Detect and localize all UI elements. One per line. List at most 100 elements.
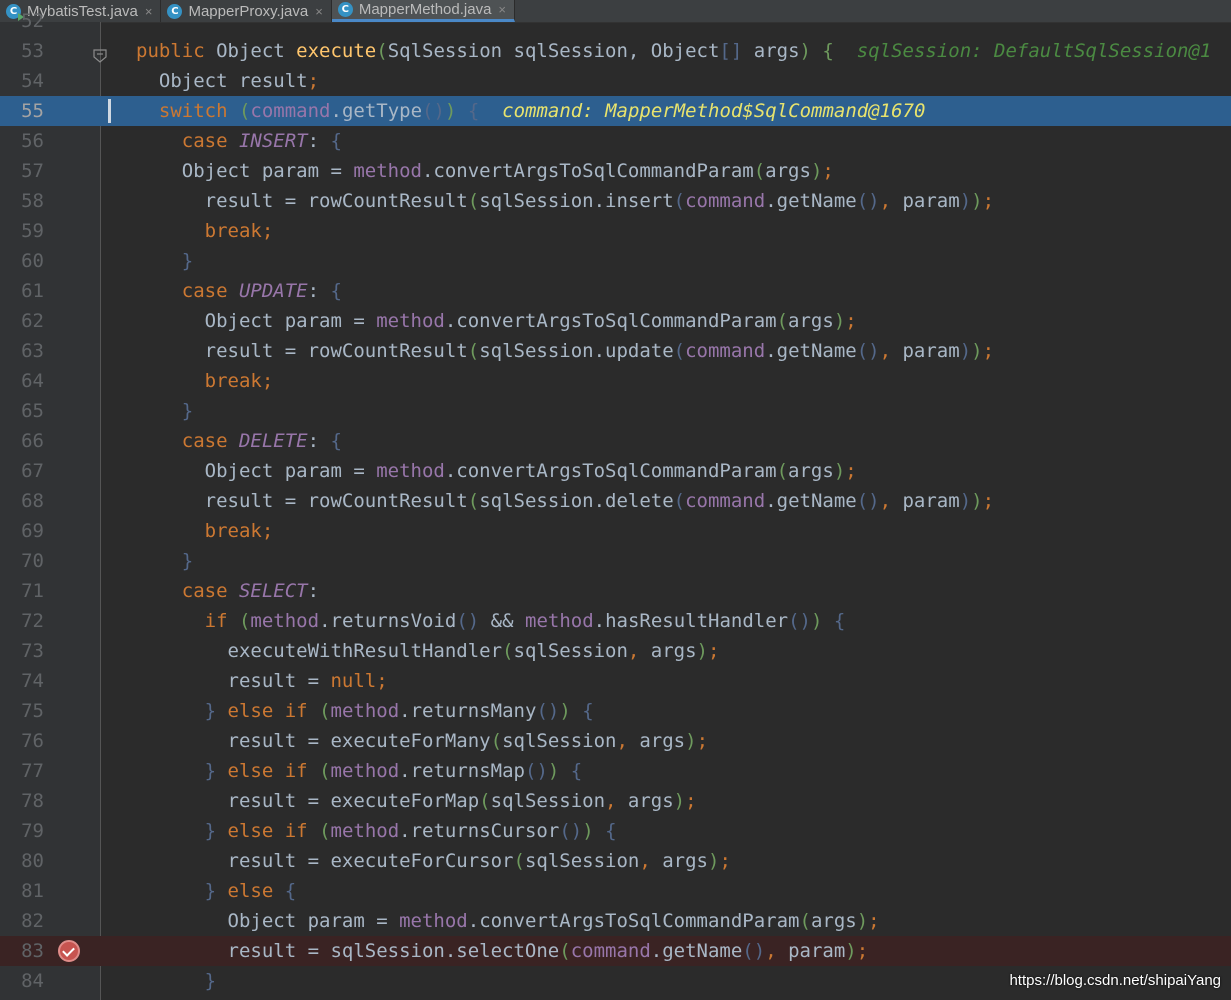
line-number[interactable]: 69 [0,516,44,546]
code-line[interactable]: 54 Object result; [0,66,1231,96]
line-number[interactable]: 65 [0,396,44,426]
code-line[interactable]: 57 Object param = method.convertArgsToSq… [0,156,1231,186]
code-token: } [204,970,217,992]
code-token: ) [845,940,857,962]
code-line[interactable]: 67 Object param = method.convertArgsToSq… [0,456,1231,486]
line-number[interactable]: 77 [0,756,44,786]
code-token: .returnsCursor [399,820,560,842]
line-number[interactable]: 55 [0,96,44,126]
line-number[interactable]: 84 [0,966,44,996]
code-token: else if [227,760,320,782]
code-line[interactable]: 80 result = executeForCursor(sqlSession,… [0,846,1231,876]
code-line[interactable]: 72 if (method.returnsVoid() && method.ha… [0,606,1231,636]
code-line[interactable]: 73 executeWithResultHandler(sqlSession, … [0,636,1231,666]
line-number[interactable]: 54 [0,66,44,96]
code-line[interactable]: 60 } [0,246,1231,276]
code-line[interactable]: 55 switch (command.getType()) { command:… [0,96,1231,126]
code-line[interactable]: 76 result = executeForMany(sqlSession, a… [0,726,1231,756]
line-number[interactable]: 66 [0,426,44,456]
code-token: , [879,340,903,362]
code-line[interactable]: 69 break; [0,516,1231,546]
code-token: command [685,340,766,362]
code-token: break; [204,520,274,542]
code-token: ) [582,820,594,842]
line-number[interactable]: 79 [0,816,44,846]
code-line[interactable]: 83 result = sqlSession.selectOne(command… [0,936,1231,966]
line-number[interactable]: 59 [0,216,44,246]
line-number[interactable]: 78 [0,786,44,816]
code-line[interactable]: 58 result = rowCountResult(sqlSession.in… [0,186,1231,216]
code-token: param [902,490,960,512]
line-number[interactable]: 80 [0,846,44,876]
code-token: ) [708,850,720,872]
code-token: ; [307,70,320,92]
code-token: method [330,820,400,842]
code-line[interactable]: 61 case UPDATE: { [0,276,1231,306]
line-number[interactable]: 57 [0,156,44,186]
line-number[interactable]: 81 [0,876,44,906]
code-line[interactable]: 59 break; [0,216,1231,246]
line-number[interactable]: 56 [0,126,44,156]
line-number[interactable]: 53 [0,36,44,66]
code-token: .hasResultHandler [593,610,789,632]
fold-icon[interactable] [93,49,107,63]
line-number[interactable]: 60 [0,246,44,276]
code-token: () [559,820,583,842]
code-line[interactable]: 62 Object param = method.convertArgsToSq… [0,306,1231,336]
code-line[interactable]: 53 public Object execute(SqlSession sqlSe… [0,36,1231,66]
code-line[interactable]: 78 result = executeForMap(sqlSession, ar… [0,786,1231,816]
line-number[interactable]: 67 [0,456,44,486]
line-number[interactable]: 75 [0,696,44,726]
code-token: : [307,430,331,452]
line-number[interactable]: 58 [0,186,44,216]
line-number[interactable]: 71 [0,576,44,606]
code-line[interactable]: 77 } else if (method.returnsMap()) { [0,756,1231,786]
line-number[interactable]: 62 [0,306,44,336]
code-token: result = executeForMany [136,730,491,752]
code-line[interactable]: 56 case INSERT: { [0,126,1231,156]
code-line[interactable]: 82 Object param = method.convertArgsToSq… [0,906,1231,936]
code-token: ( [502,640,514,662]
code-text: public Object execute(SqlSession sqlSess… [136,36,1211,66]
line-number[interactable]: 72 [0,606,44,636]
line-number[interactable]: 52 [0,6,44,36]
line-number[interactable]: 70 [0,546,44,576]
line-number[interactable]: 68 [0,486,44,516]
code-text: } else if (method.returnsCursor()) { [136,816,617,846]
breakpoint-icon[interactable] [58,940,80,962]
code-line[interactable]: 68 result = rowCountResult(sqlSession.de… [0,486,1231,516]
code-editor[interactable]: 52 53 public Object execute(SqlSession sql… [0,10,1231,1000]
code-line[interactable]: 70 } [0,546,1231,576]
line-number[interactable]: 63 [0,336,44,366]
code-text: Object param = method.convertArgsToSqlCo… [136,456,857,486]
line-number[interactable]: 82 [0,906,44,936]
code-token: } [204,760,217,782]
code-token: method [250,610,320,632]
code-token: INSERT [238,130,308,152]
line-number[interactable]: 83 [0,936,44,966]
line-number[interactable]: 64 [0,366,44,396]
code-text: } [136,966,216,996]
line-number[interactable]: 76 [0,726,44,756]
line-number[interactable]: 74 [0,666,44,696]
code-line[interactable]: 81 } else { [0,876,1231,906]
code-line[interactable]: 63 result = rowCountResult(sqlSession.up… [0,336,1231,366]
code-line[interactable]: 52 [0,6,1231,36]
code-line[interactable]: 71 case SELECT: [0,576,1231,606]
line-number[interactable]: 61 [0,276,44,306]
code-line[interactable]: 65 } [0,396,1231,426]
code-token: method [376,460,445,482]
code-token: args [662,850,708,872]
code-line[interactable]: 75 } else if (method.returnsMany()) { [0,696,1231,726]
line-number[interactable]: 73 [0,636,44,666]
code-line[interactable]: 66 case DELETE: { [0,426,1231,456]
code-line[interactable]: 74 result = null; [0,666,1231,696]
code-text: break; [136,366,274,396]
code-line[interactable]: 79 } else if (method.returnsCursor()) { [0,816,1231,846]
code-line[interactable]: 64 break; [0,366,1231,396]
